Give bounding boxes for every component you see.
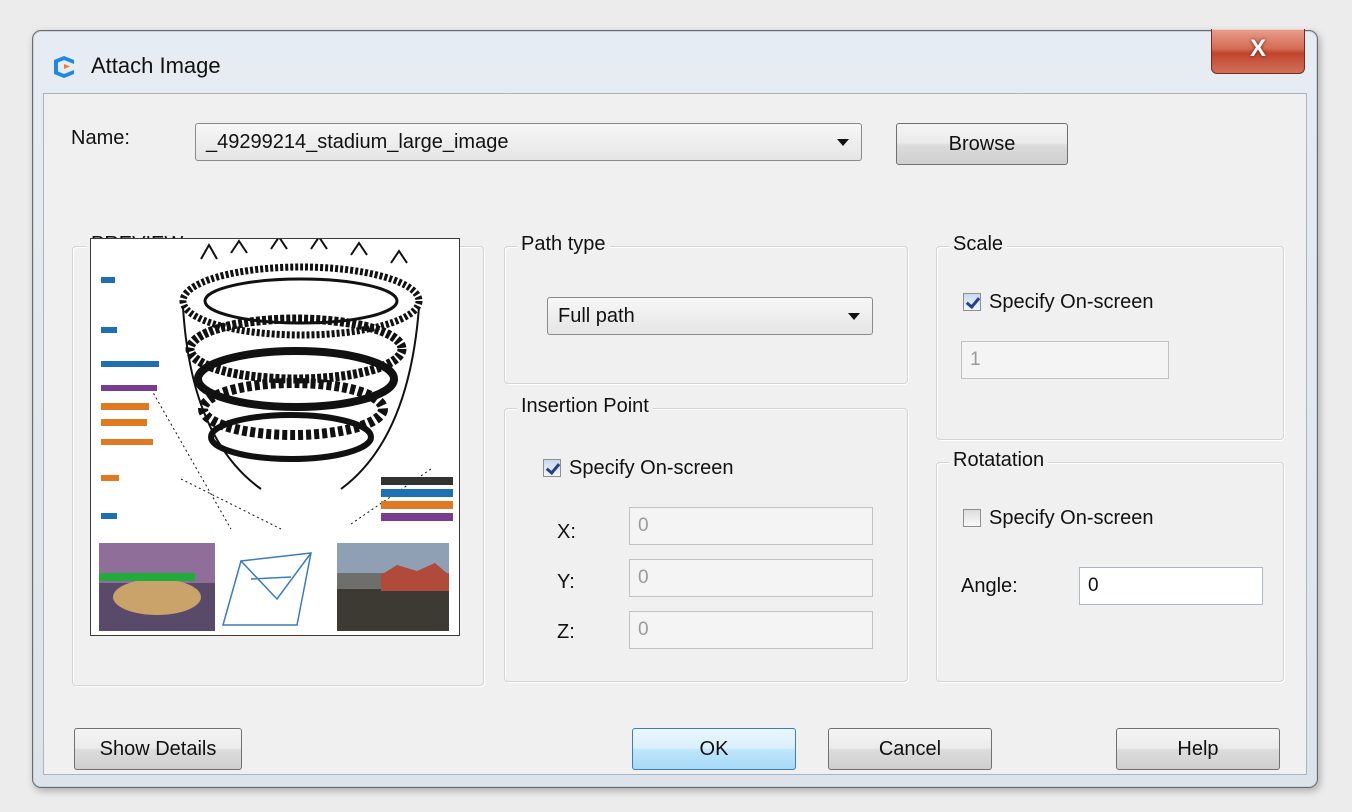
scale-specify-checkbox[interactable]: [963, 293, 981, 311]
ok-button[interactable]: OK: [632, 728, 796, 770]
rotation-title: Rotatation: [949, 449, 1049, 472]
y-label: Y:: [557, 571, 575, 593]
insertion-specify-label: Specify On-screen: [569, 457, 734, 479]
scale-field[interactable]: 1: [961, 341, 1169, 379]
rotation-specify-label: Specify On-screen: [989, 507, 1154, 529]
chevron-down-icon: [837, 139, 849, 146]
browse-button[interactable]: Browse: [896, 123, 1068, 165]
stadium-sketch-graphic: [99, 239, 453, 631]
path-type-title: Path type: [517, 233, 610, 256]
rotation-group: Rotatation Specify On-screen Angle: 0: [936, 449, 1284, 682]
cancel-button[interactable]: Cancel: [828, 728, 992, 770]
name-dropdown[interactable]: _49299214_stadium_large_image: [195, 123, 862, 161]
path-type-dropdown[interactable]: Full path: [547, 297, 873, 335]
y-field[interactable]: 0: [629, 559, 873, 597]
show-details-button[interactable]: Show Details: [74, 728, 242, 770]
z-field[interactable]: 0: [629, 611, 873, 649]
scale-group: Scale Specify On-screen 1: [936, 233, 1284, 440]
x-label: X:: [557, 521, 576, 543]
app-logo-icon: [54, 56, 74, 78]
insertion-point-group: Insertion Point Specify On-screen X: 0 Y…: [504, 395, 908, 682]
rotation-specify-checkbox[interactable]: [963, 509, 981, 527]
name-label: Name:: [71, 127, 130, 149]
close-button[interactable]: X: [1211, 29, 1305, 74]
path-type-value: Full path: [558, 305, 635, 327]
insertion-point-title: Insertion Point: [517, 395, 653, 418]
z-label: Z:: [557, 621, 575, 643]
chevron-down-icon: [848, 313, 860, 320]
x-field[interactable]: 0: [629, 507, 873, 545]
scale-specify-label: Specify On-screen: [989, 291, 1154, 313]
angle-field[interactable]: 0: [1079, 567, 1263, 605]
dialog-title: Attach Image: [91, 53, 221, 78]
angle-label: Angle:: [961, 575, 1018, 597]
preview-image: [90, 238, 460, 636]
path-type-group: Path type Full path: [504, 233, 908, 384]
insertion-specify-checkbox[interactable]: [543, 459, 561, 477]
scale-title: Scale: [949, 233, 1008, 256]
title-bar: Attach Image X: [33, 29, 1317, 93]
name-dropdown-value: _49299214_stadium_large_image: [206, 131, 509, 153]
help-button[interactable]: Help: [1116, 728, 1280, 770]
close-icon: X: [1249, 35, 1266, 62]
